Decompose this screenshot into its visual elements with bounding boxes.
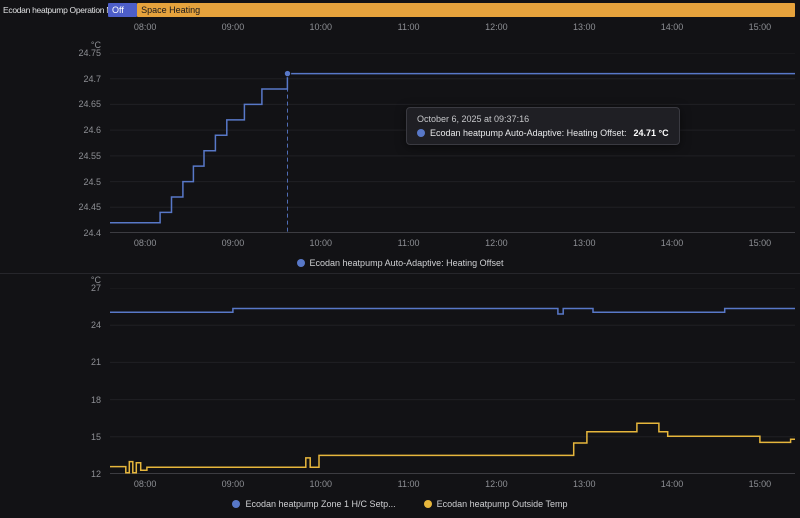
state-timeline-bar[interactable]: Off Space Heating	[108, 2, 795, 17]
heating-offset-legend: Ecodan heatpump Auto-Adaptive: Heating O…	[0, 253, 800, 271]
temperature-y-axis: °C 27 24 21 18 15 12	[0, 275, 110, 479]
time-tick-1000: 10:00	[309, 238, 333, 248]
timeline-time-axis: 08:00 09:00 10:00 11:00 12:00 13:00 14:00 15:00	[110, 17, 795, 37]
time-tick-0800: 08:00	[133, 238, 157, 248]
time-tick-0900: 09:00	[221, 22, 245, 32]
legend-dot	[423, 500, 432, 508]
y-tick-label: 12	[90, 469, 101, 479]
tooltip-series-row: Ecodan heatpump Auto-Adaptive: Heating O…	[417, 128, 669, 138]
operation-mode-timeline: Ecodan heatpump Operation Mo... OffSpace…	[0, 0, 800, 37]
temperature-plot[interactable]	[110, 288, 795, 474]
time-tick-1300: 13:00	[572, 22, 596, 32]
legend-dot	[296, 259, 305, 267]
y-tick-label: 24.7	[83, 73, 101, 84]
time-tick-1400: 14:00	[660, 238, 684, 248]
time-tick-1000: 10:00	[309, 22, 333, 32]
time-tick-1400: 14:00	[660, 22, 684, 32]
heating-offset-y-axis: °C 24.75 24.7 24.65 24.6 24.55 24.5 24.45 24.4	[0, 40, 110, 238]
y-tick-label: 24.5	[83, 176, 101, 187]
timeline-state-off[interactable]: Off	[108, 2, 138, 17]
y-tick-label: 24.45	[78, 202, 101, 213]
time-tick-1500: 15:00	[748, 238, 772, 248]
legend-item[interactable]: Ecodan heatpump Auto-Adaptive: Heating O…	[296, 258, 504, 268]
y-tick-label: 24.4	[83, 228, 101, 238]
legend-label: Ecodan heatpump Zone 1 H/C Setp...	[245, 499, 396, 509]
y-tick-label: 18	[90, 394, 101, 405]
temperature-chart-body: °C 27 24 21 18 15 12	[0, 275, 800, 479]
time-tick-0800: 08:00	[133, 22, 157, 32]
tooltip-series-label: Ecodan heatpump Auto-Adaptive: Heating O…	[430, 128, 627, 138]
timeline-row: Ecodan heatpump Operation Mo... OffSpace…	[0, 2, 800, 17]
tooltip-series-value: 24.71 °C	[633, 128, 669, 138]
legend-label: Ecodan heatpump Outside Temp	[436, 499, 568, 509]
y-tick-label: 24.6	[83, 125, 101, 136]
temperature-chart: °C 27 24 21 18 15 12 08:00 09:00 10:00 11:00 12:0…	[0, 274, 800, 512]
y-tick-label: 21	[90, 357, 101, 368]
tooltip-series-dot	[417, 129, 425, 137]
time-tick-1200: 12:00	[485, 22, 508, 32]
time-tick-1500: 15:00	[748, 22, 772, 32]
temperature-svg	[110, 288, 795, 474]
time-tick-1000: 10:00	[309, 479, 333, 489]
legend-label: Ecodan heatpump Auto-Adaptive: Heating O…	[309, 258, 504, 268]
y-tick-label: 24.65	[78, 99, 101, 110]
heating-offset-plot[interactable]: October 6, 2025 at 09:37:16 Ecodan heatp…	[110, 53, 795, 233]
time-tick-1200: 12:00	[485, 479, 508, 489]
time-tick-0800: 08:00	[133, 479, 157, 489]
temperature-legend: Ecodan heatpump Zone 1 H/C Setp... Ecodan…	[0, 494, 800, 512]
timeline-state-space-heating[interactable]: Space Heating	[137, 2, 795, 17]
temperature-time-axis: 08:00 09:00 10:00 11:00 12:00 13:00 14:00 15:00	[110, 474, 795, 494]
time-tick-1200: 12:00	[485, 238, 508, 248]
time-tick-0900: 09:00	[221, 479, 245, 489]
series-line	[110, 72, 795, 224]
y-tick-label: 27	[90, 283, 101, 293]
time-tick-1100: 11:00	[397, 479, 420, 489]
time-tick-0900: 09:00	[221, 238, 245, 248]
legend-dot	[232, 500, 241, 508]
legend-item[interactable]: Ecodan heatpump Zone 1 H/C Setp...	[232, 499, 396, 509]
heating-offset-time-axis: 08:00 09:00 10:00 11:00 12:00 13:00 14:00 15:00	[110, 233, 795, 253]
time-tick-1500: 15:00	[748, 479, 772, 489]
series-line	[110, 307, 795, 315]
time-tick-1300: 13:00	[572, 479, 596, 489]
series-line	[110, 422, 795, 474]
time-tick-1100: 11:00	[397, 238, 420, 248]
y-tick-label: 15	[90, 431, 101, 442]
y-tick-label: 24.55	[78, 150, 101, 161]
y-tick-label: 24.75	[78, 48, 101, 58]
time-tick-1400: 14:00	[660, 479, 684, 489]
time-tick-1100: 11:00	[397, 22, 420, 32]
hover-point	[283, 69, 292, 78]
heating-offset-chart: °C 24.75 24.7 24.65 24.6 24.55 24.5 24.45 24.4 …	[0, 37, 800, 271]
tooltip-timestamp: October 6, 2025 at 09:37:16	[417, 114, 530, 124]
time-tick-1300: 13:00	[572, 238, 596, 248]
legend-item[interactable]: Ecodan heatpump Outside Temp	[423, 499, 568, 509]
timeline-entity-label: Ecodan heatpump Operation Mo...	[3, 4, 108, 15]
y-tick-label: 24	[90, 320, 101, 331]
history-panel: Ecodan heatpump Operation Mo... OffSpace…	[0, 0, 800, 512]
heating-offset-chart-body: °C 24.75 24.7 24.65 24.6 24.55 24.5 24.45 24.4 …	[0, 40, 800, 238]
chart-tooltip: October 6, 2025 at 09:37:16 Ecodan heatp…	[406, 107, 680, 145]
